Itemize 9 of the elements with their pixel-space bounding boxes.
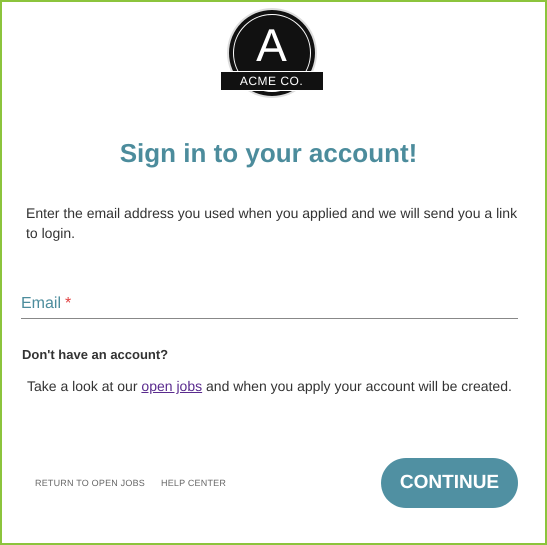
instructions-text: Enter the email address you used when you applied and we will send you a link to login. bbox=[26, 204, 518, 243]
footer-link[interactable]: RETURN TO OPEN JOBS bbox=[35, 478, 145, 488]
signup-text: Take a look at our open jobs and when you apply your account will be created. bbox=[27, 377, 513, 396]
email-field[interactable]: Email * bbox=[21, 295, 518, 319]
open-jobs-link[interactable]: open jobs bbox=[141, 378, 202, 394]
page-heading: Sign in to your account! bbox=[118, 138, 418, 169]
footer-link[interactable]: HELP CENTER bbox=[161, 478, 226, 488]
continue-button[interactable]: CONTINUE bbox=[381, 458, 518, 508]
signup-heading: Don't have an account? bbox=[22, 347, 170, 362]
